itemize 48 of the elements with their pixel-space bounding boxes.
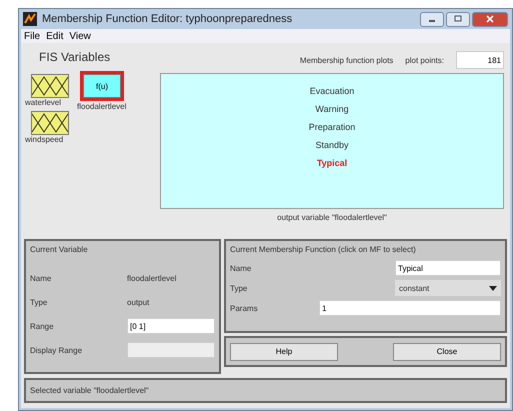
menu-item[interactable]: View — [69, 30, 91, 42]
variable-type: output — [127, 298, 150, 306]
panel-title: Current Variable — [30, 245, 89, 254]
dialog-button[interactable]: Close — [393, 342, 501, 360]
status-bar: Selected variable "floodalertlevel" — [24, 378, 507, 403]
section-title: FIS Variables — [39, 50, 112, 64]
field-label: Display Range — [30, 346, 82, 354]
variable-label: windspeed — [25, 135, 64, 144]
panel-title: Current Membership Function (click on MF to select) — [230, 245, 417, 254]
field-label: Type — [230, 284, 248, 292]
menu-item[interactable]: Edit — [46, 30, 64, 42]
plot-points-label: plot points: — [405, 56, 444, 64]
close-icon — [485, 15, 495, 23]
menu-item[interactable]: File — [24, 30, 40, 42]
field-label: Params — [230, 304, 258, 312]
close-button[interactable] — [472, 12, 508, 26]
plot-points-field[interactable]: 181 — [456, 51, 504, 69]
output-variable-button[interactable]: f(u) — [83, 74, 121, 98]
caret-icon — [489, 286, 497, 290]
field-label: Range — [30, 322, 54, 330]
window-title: Membership Function Editor: typhoonpreparedness — [42, 13, 294, 25]
input-variable-button[interactable] — [31, 74, 69, 98]
membership-function-label[interactable]: Typical — [316, 158, 348, 168]
variable-label: waterlevel — [25, 98, 62, 107]
membership-function-label[interactable]: Warning — [315, 104, 349, 114]
variable-label: floodalertlevel — [77, 102, 126, 111]
display-range-field[interactable] — [127, 342, 215, 358]
plot-title: Membership function plots — [300, 56, 394, 64]
input-variable-button[interactable] — [31, 111, 69, 135]
membership-curves-icon — [32, 112, 68, 134]
mf-type-dropdown[interactable]: constant — [395, 280, 501, 296]
field-label: Type — [30, 298, 48, 306]
membership-function-label[interactable]: Standby — [315, 140, 349, 150]
plot-caption: output variable "floodalertlevel" — [276, 213, 388, 222]
app-icon — [23, 12, 37, 26]
field-label: Name — [230, 264, 252, 272]
membership-curves-icon — [32, 75, 68, 97]
variable-name: floodalertlevel — [127, 274, 178, 282]
membership-function-label[interactable]: Preparation — [308, 122, 356, 132]
minimize-button[interactable] — [420, 12, 444, 26]
membership-function-label[interactable]: Evacuation — [310, 86, 354, 96]
range-field[interactable]: [0 1] — [127, 318, 215, 334]
field-label: Name — [30, 274, 52, 282]
maximize-icon — [453, 15, 463, 23]
mf-name-field[interactable]: Typical — [395, 260, 501, 276]
params-field[interactable]: 1 — [319, 300, 501, 316]
maximize-button[interactable] — [446, 12, 470, 26]
dialog-button[interactable]: Help — [230, 342, 338, 360]
